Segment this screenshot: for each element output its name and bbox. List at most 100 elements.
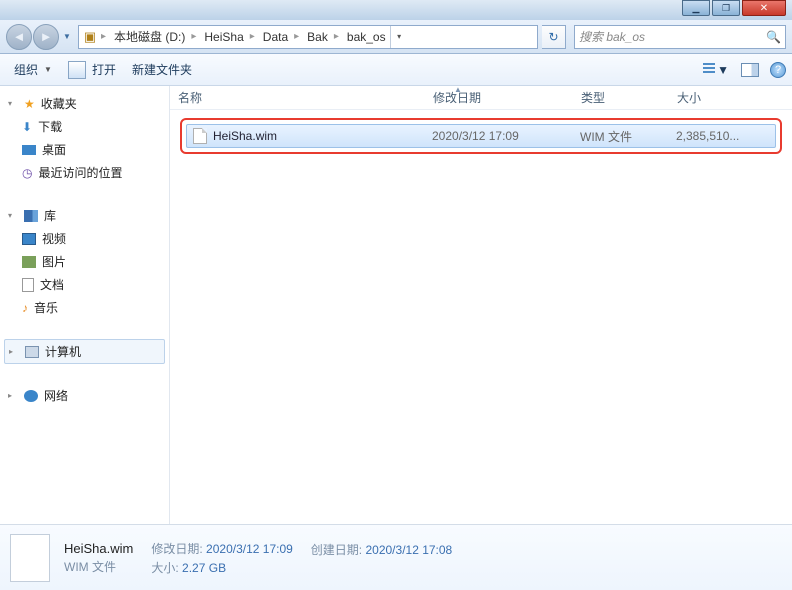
file-type: WIM 文件 bbox=[580, 128, 676, 145]
open-icon bbox=[68, 61, 86, 79]
details-pane: HeiSha.wim WIM 文件 修改日期: 2020/3/12 17:09 … bbox=[0, 524, 792, 590]
column-header-name[interactable]: 名称 bbox=[170, 89, 425, 106]
sidebar-favorites[interactable]: ▾ ★ 收藏夹 bbox=[4, 92, 165, 115]
column-header-date[interactable]: 修改日期 bbox=[425, 89, 573, 106]
open-label: 打开 bbox=[92, 61, 116, 78]
breadcrumb-seg-bakos[interactable]: bak_os bbox=[341, 26, 390, 48]
file-icon bbox=[193, 128, 207, 144]
search-icon: 🔍 bbox=[766, 30, 781, 44]
picture-icon bbox=[22, 256, 36, 268]
breadcrumb-seg-heisha[interactable]: HeiSha bbox=[198, 26, 247, 48]
sidebar-item-documents[interactable]: 文档 bbox=[4, 273, 165, 296]
details-file-name: HeiSha.wim bbox=[64, 541, 133, 556]
sidebar-label: 网络 bbox=[44, 387, 68, 404]
search-input[interactable]: 搜索 bak_os 🔍 bbox=[574, 25, 786, 49]
collapse-icon: ▾ bbox=[8, 99, 18, 108]
breadcrumb-dropdown[interactable]: ▾ bbox=[390, 26, 408, 48]
preview-pane-icon bbox=[741, 63, 759, 77]
details-size-label: 大小: bbox=[151, 561, 178, 575]
minimize-button[interactable] bbox=[682, 0, 710, 16]
sidebar-computer[interactable]: ▸ 计算机 bbox=[4, 339, 165, 364]
help-button[interactable]: ? bbox=[770, 62, 786, 78]
chevron-down-icon: ▼ bbox=[44, 65, 52, 74]
sidebar-label: 收藏夹 bbox=[41, 95, 77, 112]
video-icon bbox=[22, 233, 36, 245]
chevron-down-icon: ▼ bbox=[717, 63, 729, 77]
document-icon bbox=[22, 278, 34, 292]
chevron-right-icon: ▸ bbox=[332, 31, 341, 42]
chevron-right-icon: ▸ bbox=[189, 31, 198, 42]
address-bar: ◄ ► ▼ ▣ ▸ 本地磁盘 (D:) ▸ HeiSha ▸ Data ▸ Ba… bbox=[0, 20, 792, 54]
details-create-label: 创建日期: bbox=[311, 543, 362, 557]
file-thumbnail bbox=[10, 534, 50, 582]
details-mod-value: 2020/3/12 17:09 bbox=[206, 542, 293, 556]
back-button[interactable]: ◄ bbox=[6, 24, 32, 50]
music-icon: ♪ bbox=[22, 301, 28, 315]
star-icon: ★ bbox=[24, 97, 35, 111]
file-list-pane: ▲ 名称 修改日期 类型 大小 HeiSha.wim 2020/3/12 17:… bbox=[170, 86, 792, 524]
breadcrumb-seg-data[interactable]: Data bbox=[257, 26, 292, 48]
view-options-button[interactable]: ▼ bbox=[702, 59, 730, 81]
recent-icon: ◷ bbox=[22, 166, 32, 180]
search-placeholder-text: 搜索 bak_os bbox=[579, 28, 645, 45]
command-toolbar: 组织 ▼ 打开 新建文件夹 ▼ ? bbox=[0, 54, 792, 86]
refresh-button[interactable]: ↻ bbox=[542, 25, 566, 49]
desktop-icon bbox=[22, 145, 36, 155]
file-name: HeiSha.wim bbox=[213, 129, 277, 143]
sidebar-label: 最近访问的位置 bbox=[38, 164, 122, 181]
sidebar-item-desktop[interactable]: 桌面 bbox=[4, 138, 165, 161]
sidebar-item-recent[interactable]: ◷ 最近访问的位置 bbox=[4, 161, 165, 184]
breadcrumb-seg-drive[interactable]: 本地磁盘 (D:) bbox=[108, 26, 189, 48]
chevron-right-icon: ▸ bbox=[99, 31, 108, 42]
forward-button[interactable]: ► bbox=[33, 24, 59, 50]
column-header-size[interactable]: 大小 bbox=[669, 89, 765, 106]
sidebar-item-pictures[interactable]: 图片 bbox=[4, 250, 165, 273]
new-folder-button[interactable]: 新建文件夹 bbox=[124, 57, 200, 82]
details-size-value: 2.27 GB bbox=[182, 561, 226, 575]
sidebar-label: 计算机 bbox=[45, 343, 81, 360]
sidebar-label: 库 bbox=[44, 207, 56, 224]
sidebar-label: 桌面 bbox=[42, 141, 66, 158]
sidebar-label: 视频 bbox=[42, 230, 66, 247]
sidebar-label: 图片 bbox=[42, 253, 66, 270]
expand-icon: ▸ bbox=[9, 347, 19, 356]
organize-label: 组织 bbox=[14, 61, 38, 78]
expand-icon: ▸ bbox=[8, 391, 18, 400]
details-file-type: WIM 文件 bbox=[64, 558, 133, 575]
library-icon bbox=[24, 210, 38, 222]
nav-history-dropdown[interactable]: ▼ bbox=[60, 28, 74, 46]
column-header-type[interactable]: 类型 bbox=[573, 89, 669, 106]
sidebar-libraries[interactable]: ▾库 bbox=[4, 204, 165, 227]
breadcrumb-bar[interactable]: ▣ ▸ 本地磁盘 (D:) ▸ HeiSha ▸ Data ▸ Bak ▸ ba… bbox=[78, 25, 538, 49]
drive-icon: ▣ bbox=[81, 29, 99, 45]
sort-indicator-icon: ▲ bbox=[454, 85, 462, 94]
sidebar-label: 下载 bbox=[38, 118, 62, 135]
chevron-right-icon: ▸ bbox=[248, 31, 257, 42]
sidebar-item-music[interactable]: ♪ 音乐 bbox=[4, 296, 165, 319]
chevron-right-icon: ▸ bbox=[292, 31, 301, 42]
collapse-icon: ▾ bbox=[8, 211, 18, 220]
sidebar-label: 音乐 bbox=[34, 299, 58, 316]
details-create-value: 2020/3/12 17:08 bbox=[365, 543, 452, 557]
network-icon bbox=[24, 390, 38, 402]
download-icon: ⬇ bbox=[22, 120, 32, 134]
sidebar-network[interactable]: ▸ 网络 bbox=[4, 384, 165, 407]
sidebar-label: 文档 bbox=[40, 276, 64, 293]
sidebar-item-videos[interactable]: 视频 bbox=[4, 227, 165, 250]
organize-menu[interactable]: 组织 ▼ bbox=[6, 57, 60, 82]
file-size: 2,385,510... bbox=[676, 129, 772, 143]
computer-icon bbox=[25, 346, 39, 358]
sidebar-item-downloads[interactable]: ⬇ 下载 bbox=[4, 115, 165, 138]
details-mod-label: 修改日期: bbox=[151, 542, 202, 556]
column-headers: ▲ 名称 修改日期 类型 大小 bbox=[170, 86, 792, 110]
highlight-annotation: HeiSha.wim 2020/3/12 17:09 WIM 文件 2,385,… bbox=[180, 118, 782, 154]
file-row[interactable]: HeiSha.wim 2020/3/12 17:09 WIM 文件 2,385,… bbox=[186, 124, 776, 148]
close-button[interactable] bbox=[742, 0, 786, 16]
maximize-button[interactable] bbox=[712, 0, 740, 16]
navigation-pane: ▾★收藏夹 ⬇下载 桌面 ◷最近访问的位置 ▾库 视频 图片 文档 ♪音乐 ▸计… bbox=[0, 86, 170, 524]
breadcrumb-seg-bak[interactable]: Bak bbox=[301, 26, 332, 48]
window-titlebar bbox=[0, 0, 792, 20]
open-button[interactable]: 打开 bbox=[60, 57, 124, 83]
preview-pane-button[interactable] bbox=[736, 59, 764, 81]
file-date: 2020/3/12 17:09 bbox=[432, 129, 580, 143]
